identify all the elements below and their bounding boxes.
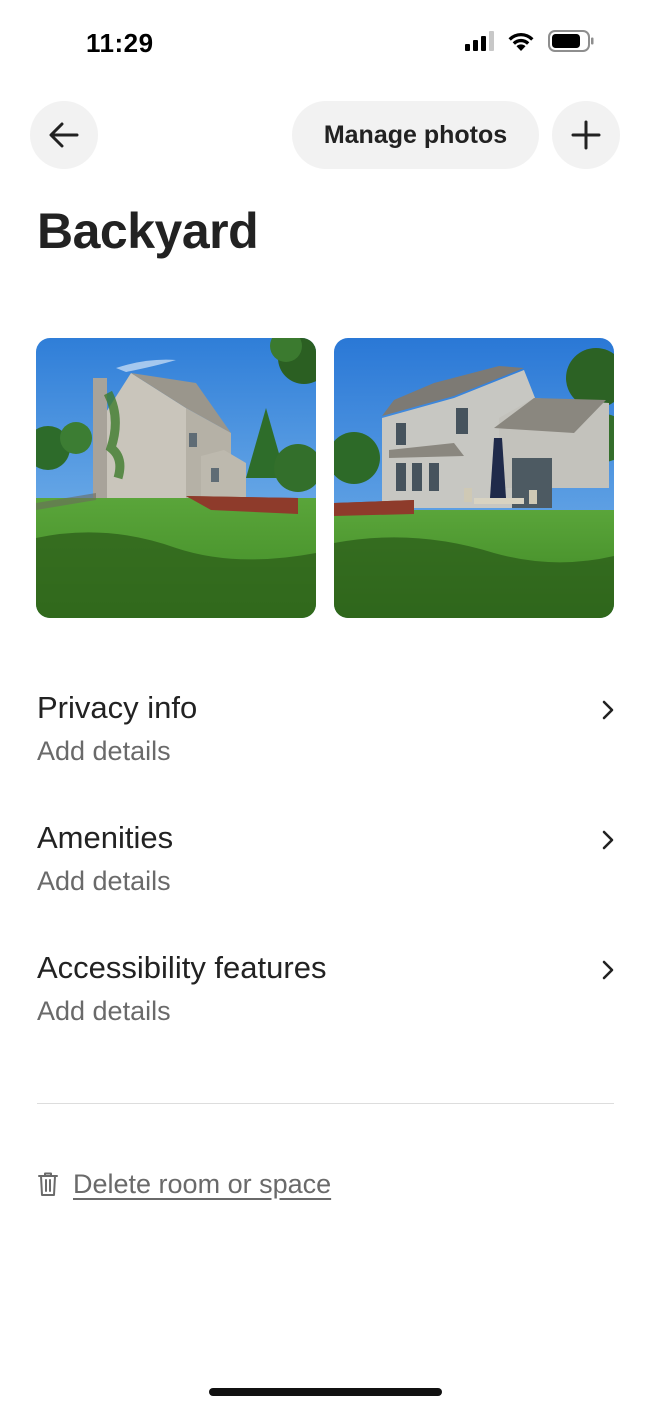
delete-room-label[interactable]: Delete room or space bbox=[73, 1169, 331, 1200]
amenities-subtitle: Add details bbox=[37, 866, 171, 896]
amenities-row[interactable]: Amenities Add details bbox=[37, 820, 617, 920]
cellular-signal-icon bbox=[465, 31, 494, 51]
privacy-info-row[interactable]: Privacy info Add details bbox=[37, 690, 617, 790]
back-button[interactable] bbox=[30, 101, 98, 169]
add-photo-button[interactable] bbox=[552, 101, 620, 169]
backyard-photo-side-view[interactable] bbox=[36, 338, 316, 618]
backyard-photo-rear-view[interactable] bbox=[334, 338, 614, 618]
manage-photos-button[interactable]: Manage photos bbox=[292, 101, 539, 169]
status-icons bbox=[465, 30, 594, 52]
arrow-left-icon bbox=[49, 122, 79, 148]
battery-icon bbox=[548, 30, 594, 52]
wifi-icon bbox=[508, 32, 534, 51]
chevron-right-icon bbox=[602, 960, 614, 980]
top-action-bar: Manage photos bbox=[30, 101, 620, 169]
status-time: 11:29 bbox=[86, 28, 154, 58]
privacy-info-subtitle: Add details bbox=[37, 736, 171, 766]
chevron-right-icon bbox=[602, 830, 614, 850]
status-bar: 11:29 bbox=[0, 0, 650, 90]
home-indicator bbox=[209, 1388, 442, 1396]
accessibility-features-subtitle: Add details bbox=[37, 996, 171, 1026]
accessibility-features-title: Accessibility features bbox=[37, 950, 327, 985]
chevron-right-icon bbox=[602, 700, 614, 720]
trash-icon bbox=[38, 1172, 58, 1196]
amenities-title: Amenities bbox=[37, 820, 174, 855]
divider bbox=[37, 1103, 614, 1104]
delete-room-link[interactable]: Delete room or space bbox=[37, 1166, 331, 1202]
plus-icon bbox=[571, 120, 601, 150]
accessibility-features-row[interactable]: Accessibility features Add details bbox=[37, 950, 617, 1050]
page-title: Backyard bbox=[37, 203, 259, 259]
privacy-info-title: Privacy info bbox=[37, 690, 198, 725]
